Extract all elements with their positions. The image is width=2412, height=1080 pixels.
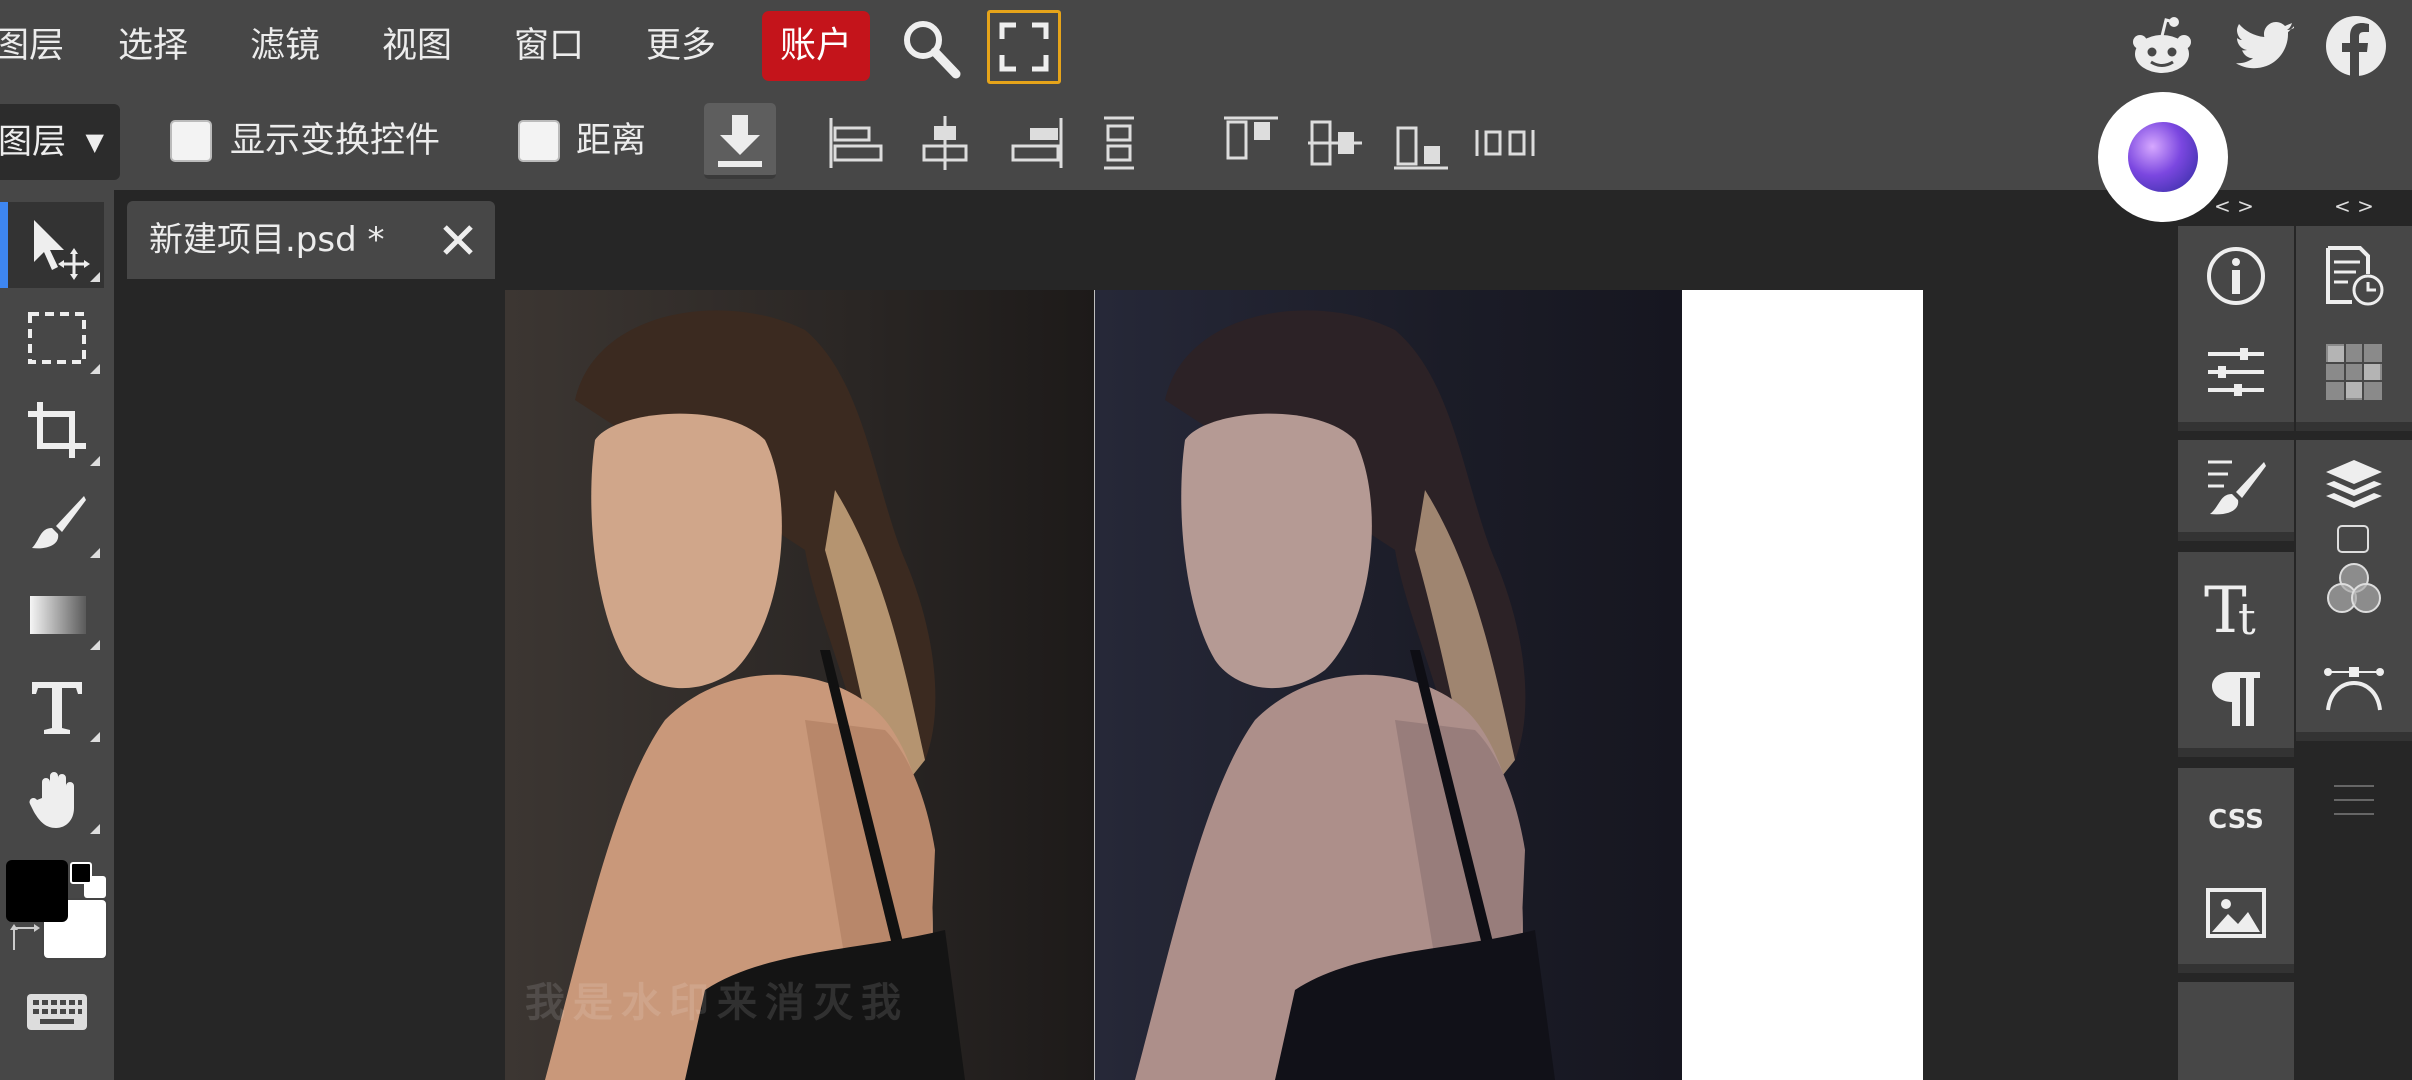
default-colors-black[interactable] <box>70 862 92 884</box>
svg-text:t: t <box>2238 594 2256 640</box>
panel-expand-left[interactable]: < > <box>2214 194 2254 218</box>
align-center-h-icon[interactable] <box>916 114 974 172</box>
keyboard-icon[interactable] <box>26 992 88 1032</box>
type-tool[interactable] <box>6 662 104 748</box>
search-icon[interactable] <box>898 16 962 80</box>
character-icon[interactable]: Tt <box>2204 570 2268 648</box>
watermark-text: 我是水印来消灭我 <box>525 980 909 1026</box>
panel-separator <box>2178 532 2294 541</box>
document-tab-title: 新建项目.psd * <box>149 220 385 260</box>
css-icon-label: CSS <box>2208 805 2264 835</box>
photo-edited <box>1095 290 1682 1080</box>
tool-corner-indicator <box>90 456 100 466</box>
right-panels: < > < > Tt CSS <box>2178 190 2412 1080</box>
align-top-icon[interactable] <box>1222 114 1280 172</box>
crop-icon <box>28 402 86 458</box>
brush-tool[interactable] <box>6 478 104 564</box>
panel-expand-right[interactable]: < > <box>2334 194 2374 218</box>
tool-corner-indicator <box>90 272 100 282</box>
layer-select-dropdown[interactable]: 图层 ▼ <box>0 104 120 180</box>
menu-bar: 图层 选择 滤镜 视图 窗口 更多 账户 <box>0 0 2412 96</box>
layer-box-icon[interactable] <box>2322 524 2386 554</box>
canvas-blank-area <box>1682 290 1923 1080</box>
tool-corner-indicator <box>90 548 100 558</box>
layer-select-label: 图层 <box>0 122 66 162</box>
move-arrow-icon <box>34 220 90 280</box>
panel-group-empty <box>2178 982 2294 1080</box>
photo-original <box>505 290 1094 1080</box>
brush-settings-icon[interactable] <box>2204 454 2268 518</box>
account-button[interactable]: 账户 <box>762 11 870 81</box>
distribute-vertical-icon[interactable] <box>1090 114 1148 172</box>
menu-select[interactable]: 选择 <box>118 20 188 72</box>
brush-icon <box>32 496 86 549</box>
marquee-tool[interactable] <box>6 294 104 380</box>
hand-icon <box>29 772 74 828</box>
options-bar: 图层 ▼ 显示变换控件 距离 <box>0 96 2412 190</box>
caret-down-icon: ▼ <box>85 128 104 156</box>
panel-separator <box>2296 422 2412 431</box>
distribute-horizontal-icon[interactable] <box>1474 114 1535 172</box>
tool-corner-indicator <box>90 732 100 742</box>
show-transform-label: 显示变换控件 <box>230 121 441 161</box>
hand-tool[interactable] <box>6 754 104 840</box>
panel-separator <box>2178 748 2294 757</box>
align-left-icon[interactable] <box>826 114 884 172</box>
panel-separator <box>2296 732 2412 741</box>
tool-corner-indicator <box>90 824 100 834</box>
distance-checkbox[interactable] <box>518 120 560 162</box>
document-tab[interactable]: 新建项目.psd * <box>127 201 495 279</box>
menu-window[interactable]: 窗口 <box>514 20 584 72</box>
facebook-icon[interactable] <box>2324 14 2388 78</box>
align-right-icon[interactable] <box>1008 114 1066 172</box>
css-icon[interactable]: CSS <box>2204 786 2268 850</box>
panel-separator <box>2178 964 2294 973</box>
menu-filter[interactable]: 滤镜 <box>250 20 320 72</box>
type-icon <box>32 682 82 734</box>
channels-icon[interactable] <box>2322 558 2386 622</box>
fullscreen-button[interactable] <box>987 10 1061 84</box>
menu-layer[interactable]: 图层 <box>0 20 64 72</box>
close-icon[interactable] <box>437 219 479 261</box>
crop-tool[interactable] <box>6 386 104 472</box>
image-icon[interactable] <box>2204 882 2268 946</box>
swatches-icon[interactable] <box>2322 340 2386 404</box>
reddit-icon[interactable] <box>2130 14 2194 78</box>
show-transform-checkbox[interactable] <box>170 120 212 162</box>
gradient-icon <box>30 596 86 634</box>
gradient-tool[interactable] <box>6 570 104 656</box>
fullscreen-icon <box>999 22 1049 72</box>
paths-icon[interactable] <box>2322 654 2386 718</box>
assistant-orb-icon <box>2128 122 2198 192</box>
download-icon <box>718 115 762 167</box>
download-button[interactable] <box>704 103 776 179</box>
menu-lines-icon[interactable] <box>2328 776 2392 840</box>
tool-corner-indicator <box>90 640 100 650</box>
distance-label: 距离 <box>576 121 647 161</box>
panel-separator <box>2178 422 2294 431</box>
canvas[interactable]: 我是水印来消灭我 <box>505 290 1923 1080</box>
assistant-button[interactable] <box>2098 92 2228 222</box>
move-tool[interactable] <box>0 202 104 288</box>
menu-view[interactable]: 视图 <box>382 20 452 72</box>
history-icon[interactable] <box>2322 244 2386 308</box>
foreground-color-swatch[interactable] <box>6 860 68 922</box>
tool-corner-indicator <box>90 364 100 374</box>
menu-more[interactable]: 更多 <box>646 20 716 72</box>
align-bottom-icon[interactable] <box>1392 114 1450 172</box>
marquee-icon <box>28 312 86 364</box>
align-middle-icon[interactable] <box>1306 114 1364 172</box>
tool-bar <box>0 190 114 1080</box>
twitter-icon[interactable] <box>2234 14 2298 78</box>
info-icon[interactable] <box>2204 244 2268 308</box>
layers-icon[interactable] <box>2322 454 2386 518</box>
adjustments-icon[interactable] <box>2204 340 2268 404</box>
paragraph-icon[interactable] <box>2204 666 2268 730</box>
swap-colors-icon[interactable] <box>8 920 42 954</box>
